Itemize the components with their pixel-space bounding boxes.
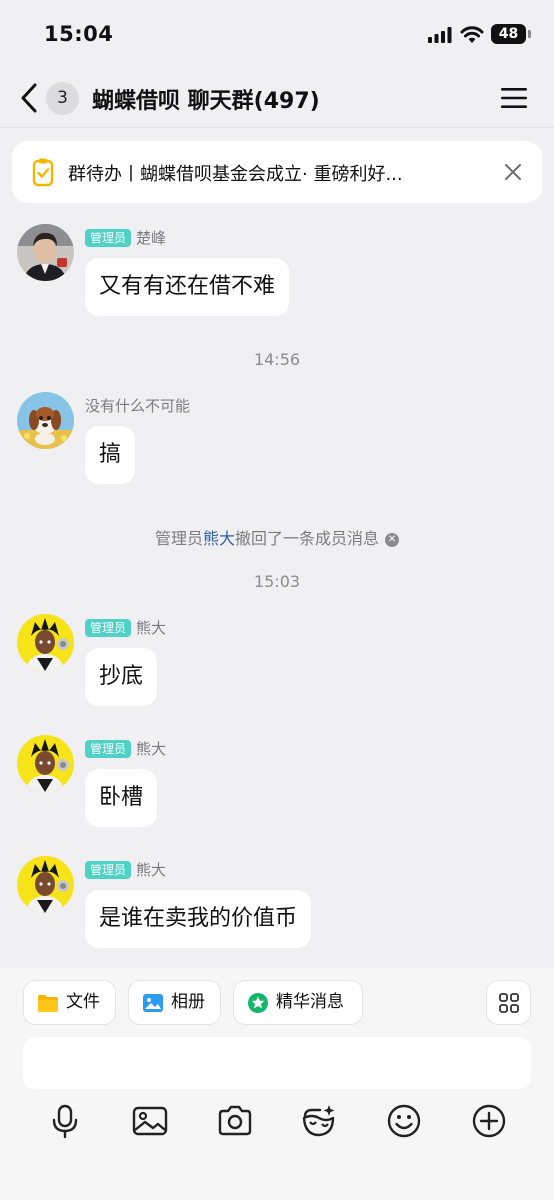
gallery-icon <box>132 1106 168 1136</box>
admin-role-tag: 管理员 <box>85 228 132 247</box>
message-meta: 没有什么不可能 <box>85 395 190 415</box>
status-time: 15:04 <box>44 22 114 46</box>
message-meta: 管理员 熊大 <box>85 738 166 758</box>
plus-icon <box>472 1104 506 1138</box>
menu-icon[interactable] <box>500 86 528 110</box>
system-msg-username[interactable]: 熊大 <box>203 529 235 548</box>
message-input[interactable] <box>23 1037 531 1089</box>
battery-tip <box>528 30 531 38</box>
essence-messages-button[interactable]: 精华消息 <box>233 980 363 1025</box>
status-bar: 15:04 48 <box>0 0 554 70</box>
sender-name[interactable]: 熊大 <box>136 617 166 638</box>
admin-role-tag: 管理员 <box>85 739 132 758</box>
todo-banner-text: 群待办丨蝴蝶借呗基金会成立· 重磅利好... <box>68 164 403 185</box>
folder-icon <box>38 995 58 1012</box>
sticker-icon <box>302 1105 335 1137</box>
sender-name[interactable]: 没有什么不可能 <box>85 395 190 416</box>
avatar[interactable] <box>17 614 74 671</box>
avatar[interactable] <box>17 392 74 449</box>
chat-title: 蝴蝶借呗 聊天群(497) <box>92 89 320 114</box>
sender-name[interactable]: 熊大 <box>136 859 166 880</box>
wifi-icon <box>460 26 484 43</box>
system-msg-suffix: 撤回了一条成员消息 <box>235 529 380 548</box>
message-meta: 管理员 楚峰 <box>85 227 166 247</box>
file-button[interactable]: 文件 <box>23 980 116 1025</box>
cellular-signal-icon <box>428 27 452 43</box>
back-arrow-icon[interactable] <box>18 82 40 114</box>
clipboard-check-icon <box>32 158 54 187</box>
emoji-icon <box>387 1104 421 1138</box>
chat-header: 3 蝴蝶借呗 聊天群(497) <box>0 70 554 128</box>
input-panel: 文件 相册 精华消息 <box>0 968 554 1200</box>
dismiss-icon[interactable]: ✕ <box>385 532 400 547</box>
avatar[interactable] <box>17 735 74 792</box>
album-button[interactable]: 相册 <box>128 980 221 1025</box>
avatar[interactable] <box>17 856 74 913</box>
message-bubble[interactable]: 是谁在卖我的价值币 <box>85 890 312 948</box>
grid-icon <box>499 993 519 1013</box>
unread-count-badge[interactable]: 3 <box>46 82 79 115</box>
admin-role-tag: 管理员 <box>85 860 132 879</box>
star-badge-icon <box>248 993 268 1013</box>
message-bubble[interactable]: 搞 <box>85 426 136 484</box>
message-meta: 管理员 熊大 <box>85 859 166 879</box>
sticker-button[interactable] <box>300 1102 338 1140</box>
essence-messages-label: 精华消息 <box>276 992 344 1012</box>
message-bubble[interactable]: 又有有还在借不难 <box>85 258 290 316</box>
camera-icon <box>218 1105 252 1136</box>
more-button[interactable] <box>470 1102 508 1140</box>
emoji-button[interactable] <box>385 1102 423 1140</box>
voice-button[interactable] <box>46 1102 84 1140</box>
microphone-icon <box>52 1104 78 1139</box>
sender-name[interactable]: 熊大 <box>136 738 166 759</box>
avatar[interactable] <box>17 224 74 281</box>
gallery-button[interactable] <box>131 1102 169 1140</box>
message-bubble[interactable]: 卧槽 <box>85 769 158 827</box>
battery-indicator: 48 <box>491 24 526 44</box>
file-button-label: 文件 <box>66 992 100 1012</box>
album-button-label: 相册 <box>171 992 205 1012</box>
admin-role-tag: 管理员 <box>85 618 132 637</box>
message-timestamp: 15:03 <box>253 572 301 591</box>
more-apps-button[interactable] <box>486 980 531 1025</box>
close-icon[interactable] <box>504 163 522 181</box>
message-meta: 管理员 熊大 <box>85 617 166 637</box>
sender-name[interactable]: 楚峰 <box>136 227 166 248</box>
message-bubble[interactable]: 抄底 <box>85 648 158 706</box>
group-todo-banner[interactable]: 群待办丨蝴蝶借呗基金会成立· 重磅利好... <box>12 141 542 203</box>
camera-button[interactable] <box>216 1102 254 1140</box>
message-timestamp: 14:56 <box>253 350 301 369</box>
system-msg-prefix: 管理员 <box>154 529 203 548</box>
system-recall-notice: 管理员熊大撤回了一条成员消息 ✕ <box>0 525 554 549</box>
image-icon <box>143 994 163 1012</box>
